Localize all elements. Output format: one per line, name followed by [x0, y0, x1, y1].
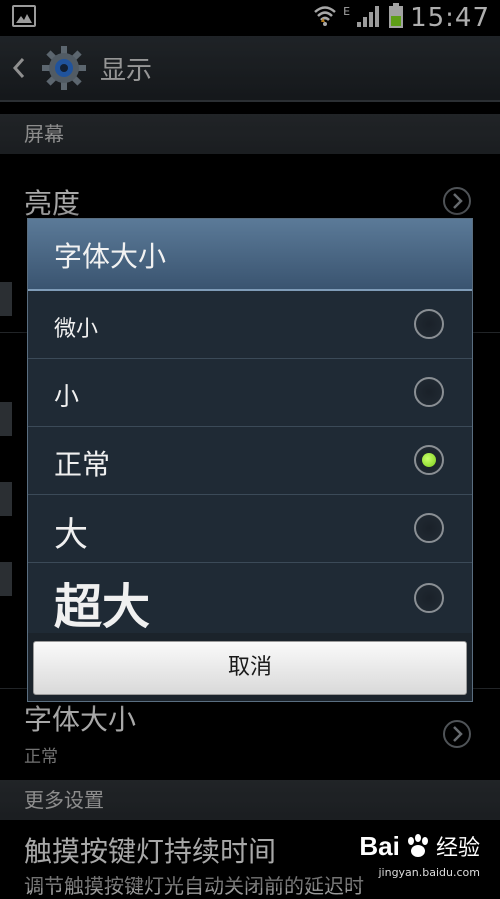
radio-button[interactable]	[414, 309, 444, 339]
dialog-title: 字体大小	[54, 240, 167, 273]
radio-button[interactable]	[414, 377, 444, 407]
font-option-large[interactable]: 大	[28, 495, 472, 563]
radio-selected-dot	[422, 453, 436, 467]
watermark-brand: Bai	[359, 831, 400, 861]
cancel-button[interactable]: 取消	[33, 641, 467, 695]
radio-button-selected[interactable]	[414, 445, 444, 475]
option-label: 大	[54, 515, 88, 555]
font-option-normal[interactable]: 正常	[28, 427, 472, 495]
baidu-watermark: Bai 经验 jingyan.baidu.com	[359, 830, 480, 879]
option-label: 微小	[54, 317, 99, 342]
paw-icon	[407, 834, 428, 857]
option-label: 正常	[54, 448, 111, 481]
dialog-title-bar: 字体大小	[28, 219, 472, 291]
dialog-button-bar: 取消	[28, 633, 472, 701]
radio-button[interactable]	[414, 513, 444, 543]
font-size-dialog: 字体大小 微小 小 正常 大 超大 取消	[27, 218, 473, 702]
radio-button[interactable]	[414, 583, 444, 613]
font-option-tiny[interactable]: 微小	[28, 291, 472, 359]
option-label: 小	[54, 382, 80, 411]
option-label: 超大	[54, 579, 151, 635]
watermark-suffix: 经验	[435, 836, 480, 861]
font-option-huge[interactable]: 超大	[28, 563, 472, 635]
font-option-small[interactable]: 小	[28, 359, 472, 427]
watermark-url: jingyan.baidu.com	[378, 866, 480, 879]
